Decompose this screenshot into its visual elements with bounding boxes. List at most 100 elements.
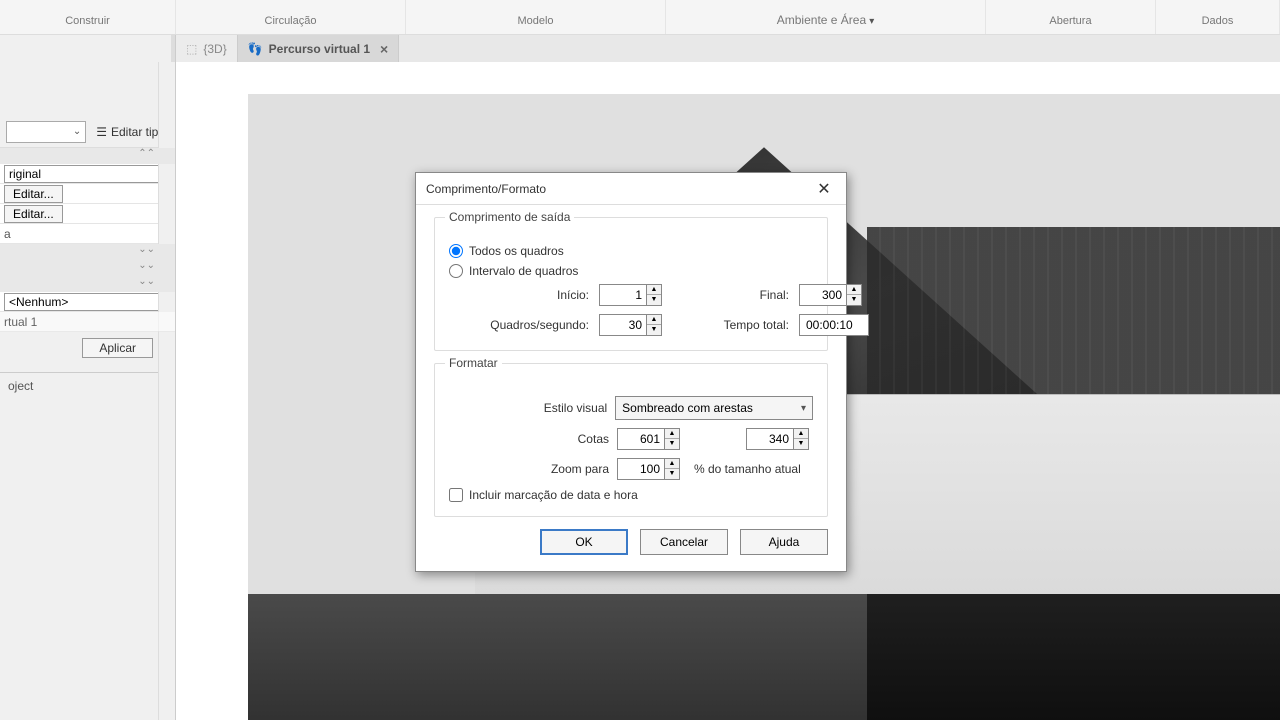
type-selector-row: ⌄ ☰ Editar tipo — [0, 117, 175, 148]
cancel-button[interactable]: Cancelar — [640, 529, 728, 555]
ribbon-group-modelo[interactable]: Modelo — [406, 0, 666, 34]
select-value: Sombreado com arestas — [622, 401, 753, 415]
ribbon-group-construir[interactable]: Construir — [0, 0, 176, 34]
property-value-input[interactable] — [4, 293, 171, 311]
property-row: Editar... — [0, 204, 175, 224]
chevron-down-icon: ▾ — [869, 16, 874, 27]
view-tab-bar: ⬚ {3D} 👣 Percurso virtual 1 × — [0, 35, 1280, 62]
project-browser-header: oject — [0, 372, 175, 399]
label-start: Início: — [449, 288, 589, 302]
ribbon-group-abertura[interactable]: Abertura — [986, 0, 1156, 34]
property-row — [0, 164, 175, 184]
ribbon-group-ambiente[interactable]: Ambiente e Área ▾ — [666, 0, 986, 34]
spin-up-icon[interactable]: ▲ — [847, 285, 861, 295]
spin-up-icon[interactable]: ▲ — [647, 285, 661, 295]
radio-label: Intervalo de quadros — [469, 264, 578, 278]
label-dimensions: Cotas — [449, 432, 609, 446]
ribbon-group-dados[interactable]: Dados — [1156, 0, 1280, 34]
output-length-group: Comprimento de saída Todos os quadros In… — [434, 217, 828, 351]
checkbox-input[interactable] — [449, 488, 463, 502]
radio-all-frames[interactable]: Todos os quadros — [449, 244, 813, 258]
tab-spacer — [0, 35, 176, 62]
spin-down-icon[interactable]: ▼ — [794, 439, 808, 449]
dialog-title-text: Comprimento/Formato — [426, 182, 546, 196]
zoom-spinbox[interactable]: ▲▼ — [617, 458, 680, 480]
expander-icon[interactable]: ⌄⌄ — [138, 244, 155, 255]
apply-button[interactable]: Aplicar — [82, 338, 153, 358]
spin-up-icon[interactable]: ▲ — [794, 429, 808, 439]
zoom-input[interactable] — [617, 458, 665, 480]
chevron-down-icon: ▾ — [801, 403, 806, 414]
height-spinbox[interactable]: ▲▼ — [746, 428, 809, 450]
expander-icon[interactable]: ⌃⌃ — [138, 148, 155, 159]
ribbon-label: Circulação — [265, 15, 317, 30]
label-zoom: Zoom para — [449, 462, 609, 476]
ribbon-group-circulacao[interactable]: Circulação — [176, 0, 406, 34]
ok-button[interactable]: OK — [540, 529, 628, 555]
cube-icon: ⬚ — [186, 42, 197, 56]
tab-label: Percurso virtual 1 — [269, 42, 370, 56]
width-input[interactable] — [617, 428, 665, 450]
group-title: Comprimento de saída — [445, 210, 574, 224]
length-format-dialog: Comprimento/Formato ✕ Comprimento de saí… — [415, 172, 847, 572]
group-title: Formatar — [445, 356, 502, 370]
radio-frame-range[interactable]: Intervalo de quadros — [449, 264, 813, 278]
spin-up-icon[interactable]: ▲ — [647, 315, 661, 325]
end-frame-spinbox[interactable]: ▲▼ — [799, 284, 879, 306]
fps-spinbox[interactable]: ▲▼ — [599, 314, 679, 336]
edit-button[interactable]: Editar... — [4, 185, 63, 203]
ribbon-label: Modelo — [517, 15, 553, 30]
close-icon[interactable]: ✕ — [812, 177, 836, 201]
walkthrough-icon: 👣 — [248, 42, 263, 56]
properties-panel: ⌄ ☰ Editar tipo ⌃⌃ Editar... Editar... a… — [0, 62, 176, 720]
tab-percurso[interactable]: 👣 Percurso virtual 1 × — [238, 35, 400, 62]
dialog-button-row: OK Cancelar Ajuda — [434, 529, 828, 555]
zoom-suffix-text: % do tamanho atual — [694, 462, 801, 476]
spin-down-icon[interactable]: ▼ — [665, 439, 679, 449]
help-button[interactable]: Ajuda — [740, 529, 828, 555]
expander-icon[interactable]: ⌄⌄ — [138, 260, 155, 271]
radio-input[interactable] — [449, 244, 463, 258]
radio-input[interactable] — [449, 264, 463, 278]
end-frame-input[interactable] — [799, 284, 847, 306]
fps-input[interactable] — [599, 314, 647, 336]
radio-label: Todos os quadros — [469, 244, 564, 258]
property-value-input[interactable] — [4, 165, 171, 183]
ribbon-label: Ambiente e Área ▾ — [777, 13, 874, 30]
spin-up-icon[interactable]: ▲ — [665, 429, 679, 439]
spin-down-icon[interactable]: ▼ — [647, 295, 661, 305]
close-icon[interactable]: × — [380, 41, 388, 57]
edit-button[interactable]: Editar... — [4, 205, 63, 223]
height-input[interactable] — [746, 428, 794, 450]
property-row: a — [0, 224, 175, 244]
type-selector[interactable]: ⌄ — [6, 121, 86, 143]
tab-label: {3D} — [203, 42, 226, 56]
start-frame-input[interactable] — [599, 284, 647, 306]
property-row — [0, 292, 175, 312]
start-frame-spinbox[interactable]: ▲▼ — [599, 284, 679, 306]
dialog-titlebar[interactable]: Comprimento/Formato ✕ — [416, 173, 846, 205]
ribbon-label: Dados — [1202, 15, 1234, 30]
total-time-output — [799, 314, 869, 336]
ribbon-label: Abertura — [1049, 15, 1091, 30]
timestamp-checkbox[interactable]: Incluir marcação de data e hora — [449, 488, 813, 502]
spin-down-icon[interactable]: ▼ — [847, 295, 861, 305]
label-end: Final: — [689, 288, 789, 302]
width-spinbox[interactable]: ▲▼ — [617, 428, 680, 450]
visual-style-select[interactable]: Sombreado com arestas ▾ — [615, 396, 813, 420]
chevron-down-icon: ⌄ — [73, 126, 81, 137]
tab-3d[interactable]: ⬚ {3D} — [176, 35, 238, 62]
label-fps: Quadros/segundo: — [449, 318, 589, 332]
edit-type-label: Editar tipo — [111, 125, 165, 139]
spin-down-icon[interactable]: ▼ — [665, 469, 679, 479]
property-row: rtual 1 — [0, 312, 175, 332]
ribbon-label: Construir — [65, 15, 110, 30]
spin-down-icon[interactable]: ▼ — [647, 325, 661, 335]
checkbox-label: Incluir marcação de data e hora — [469, 488, 638, 502]
ribbon: Construir Circulação Modelo Ambiente e Á… — [0, 0, 1280, 35]
expander-icon[interactable]: ⌄⌄ — [138, 276, 155, 287]
spin-up-icon[interactable]: ▲ — [665, 459, 679, 469]
format-group: Formatar Estilo visual Sombreado com are… — [434, 363, 828, 517]
property-text: rtual 1 — [4, 315, 37, 329]
edit-type-icon: ☰ — [96, 125, 107, 139]
